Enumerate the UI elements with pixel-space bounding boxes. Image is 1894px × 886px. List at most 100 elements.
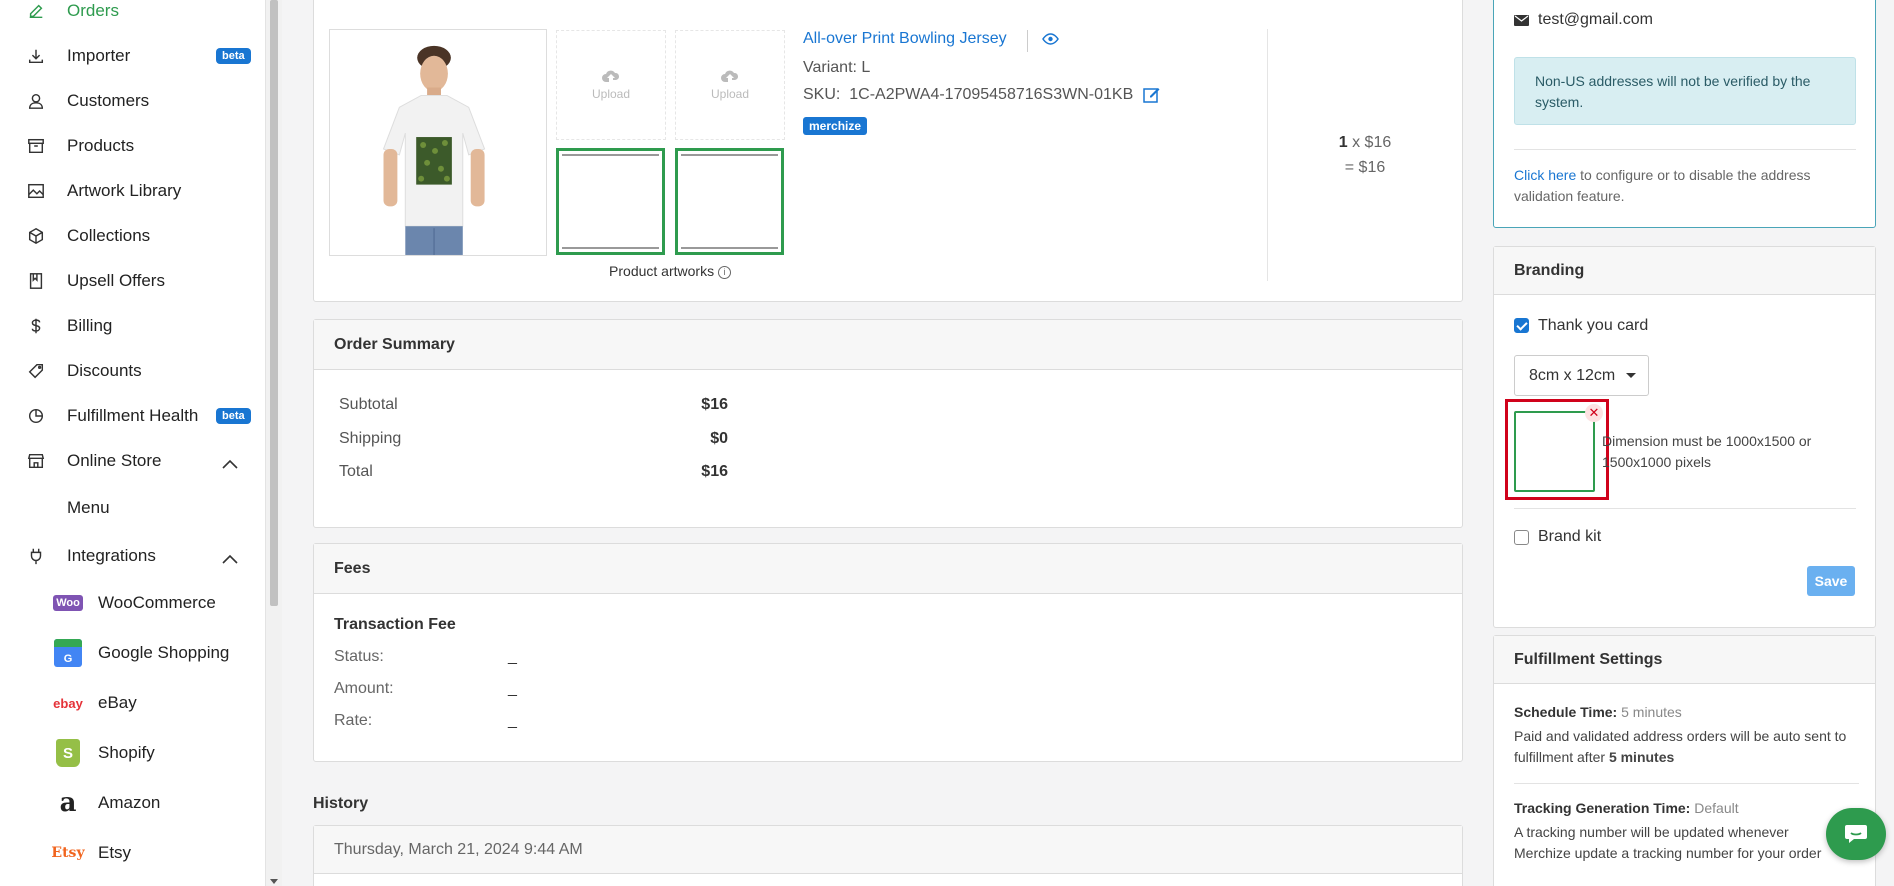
sidebar-item-label: Discounts	[67, 361, 142, 380]
transaction-fee-title: Transaction Fee	[334, 616, 456, 633]
sidebar-item-label: Etsy	[98, 843, 132, 862]
sidebar-item-billing[interactable]: Billing	[0, 306, 265, 346]
chevron-up-icon[interactable]	[222, 456, 238, 469]
amazon-logo-icon: a	[59, 788, 77, 818]
scroll-down-arrow-icon[interactable]	[270, 879, 278, 884]
order-summary-title: Order Summary	[314, 320, 1462, 370]
customer-email: test@gmail.com	[1538, 11, 1653, 28]
save-button[interactable]: Save	[1807, 566, 1855, 596]
sidebar-integration-google-shopping[interactable]: G Google Shopping	[0, 631, 265, 675]
tracking-generation-time: Tracking Generation Time: Default	[1514, 800, 1739, 816]
plug-icon	[26, 546, 46, 566]
sidebar-item-fulfillment-health[interactable]: Fulfillment Health beta	[0, 396, 265, 436]
envelope-icon	[1514, 13, 1529, 31]
sidebar-item-label: Customers	[67, 91, 150, 110]
sidebar-item-label: Online Store	[67, 451, 162, 470]
brand-kit-label: Brand kit	[1538, 528, 1602, 545]
edit-sku-icon[interactable]	[1143, 86, 1160, 108]
download-icon	[26, 46, 46, 66]
product-title-link[interactable]: All-over Print Bowling Jersey	[803, 30, 1007, 48]
divider	[1267, 29, 1268, 281]
sidebar-item-artwork-library[interactable]: Artwork Library	[0, 171, 265, 211]
sidebar-item-online-store[interactable]: Online Store	[0, 441, 265, 481]
sidebar-item-orders[interactable]: Orders	[0, 0, 265, 31]
shipping-value: $0	[710, 430, 728, 447]
brand-kit-checkbox[interactable]	[1514, 530, 1529, 545]
sidebar-item-label: Upsell Offers	[67, 271, 165, 290]
upload-artwork-front[interactable]: Upload	[556, 30, 666, 140]
click-here-link[interactable]: Click here	[1514, 167, 1576, 183]
sidebar-scrollbar[interactable]	[266, 0, 282, 886]
upload-artwork-back[interactable]: Upload	[675, 30, 785, 140]
chat-support-button[interactable]	[1826, 808, 1886, 860]
fees-card: Fees	[313, 543, 1463, 762]
subtotal-value: $16	[701, 396, 728, 413]
chevron-up-icon[interactable]	[222, 551, 238, 564]
sidebar-item-products[interactable]: Products	[0, 126, 265, 166]
artwork-thumbnail[interactable]	[675, 148, 784, 255]
beta-badge: beta	[216, 48, 251, 64]
card-size-select[interactable]: 8cm x 12cm	[1514, 355, 1649, 396]
branding-title: Branding	[1494, 247, 1875, 295]
sidebar: Orders Importer beta Customers Products …	[0, 0, 266, 886]
upload-label: Upload	[710, 87, 750, 101]
sidebar-item-label: Menu	[67, 498, 110, 517]
sidebar-item-label: Integrations	[67, 546, 156, 565]
history-card: Thursday, March 21, 2024 9:44 AM	[313, 825, 1463, 886]
product-image[interactable]	[329, 29, 547, 256]
etsy-logo-icon: Etsy	[51, 845, 85, 861]
thank-you-card-checkbox[interactable]	[1514, 318, 1529, 333]
tag-icon	[26, 361, 46, 381]
cloud-upload-icon	[602, 70, 620, 82]
schedule-description: Paid and validated address orders will b…	[1514, 728, 1847, 765]
fulfillment-settings-title: Fulfillment Settings	[1494, 636, 1875, 684]
upload-label: Upload	[591, 87, 631, 101]
sidebar-item-label: Products	[67, 136, 135, 155]
sidebar-integration-amazon[interactable]: a Amazon	[0, 781, 265, 825]
sidebar-integration-etsy[interactable]: Etsy Etsy	[0, 831, 265, 875]
sidebar-integration-shopify[interactable]: S Shopify	[0, 731, 265, 775]
store-icon	[26, 451, 46, 471]
product-variant: Variant: L	[803, 59, 871, 76]
sidebar-item-upsell-offers[interactable]: Upsell Offers	[0, 261, 265, 301]
sidebar-item-label: Google Shopping	[98, 643, 230, 662]
divider	[1514, 508, 1856, 509]
scrollbar-thumb[interactable]	[270, 0, 278, 606]
edit-icon	[26, 1, 46, 21]
fee-status-value: _	[508, 648, 517, 665]
eye-icon[interactable]	[1042, 32, 1059, 50]
schedule-time: Schedule Time: 5 minutes	[1514, 704, 1682, 720]
sidebar-item-discounts[interactable]: Discounts	[0, 351, 265, 391]
sidebar-item-importer[interactable]: Importer beta	[0, 36, 265, 76]
thank-you-card-image[interactable]	[1514, 411, 1595, 492]
sidebar-item-customers[interactable]: Customers	[0, 81, 265, 121]
artwork-thumbnail[interactable]	[556, 148, 665, 255]
tracking-description: A tracking number will be updated whenev…	[1514, 824, 1822, 861]
info-icon[interactable]: i	[717, 265, 731, 279]
fee-amount-value: _	[508, 680, 517, 697]
total-label: Total	[339, 463, 373, 480]
sidebar-item-label: Collections	[67, 226, 151, 245]
sidebar-item-label: WooCommerce	[98, 593, 216, 612]
sidebar-item-collections[interactable]: Collections	[0, 216, 265, 256]
sidebar-integration-ebay[interactable]: ebay eBay	[0, 681, 265, 725]
fee-rate-value: _	[508, 712, 517, 729]
sidebar-subitem-menu[interactable]: Menu	[0, 488, 265, 528]
pie-chart-icon	[26, 406, 46, 426]
fee-rate-label: Rate:	[334, 712, 373, 729]
sidebar-item-integrations[interactable]: Integrations	[0, 536, 265, 576]
product-model-image	[330, 30, 546, 255]
remove-image-icon[interactable]: ✕	[1585, 404, 1603, 422]
shopify-logo-icon: S	[52, 738, 84, 768]
archive-icon	[26, 136, 46, 156]
sidebar-item-label: Shopify	[98, 743, 155, 762]
fee-status-label: Status:	[334, 648, 384, 665]
fees-title: Fees	[314, 544, 1462, 594]
history-title: History	[313, 795, 369, 812]
divider	[1514, 149, 1856, 150]
sidebar-integration-woocommerce[interactable]: Woo WooCommerce	[0, 581, 265, 625]
history-entry-date: Thursday, March 21, 2024 9:44 AM	[314, 826, 1462, 874]
cloud-upload-icon	[721, 70, 739, 82]
product-sku: SKU: 1C-A2PWA4-17095458716S3WN-01KB	[803, 86, 1134, 103]
sidebar-item-label: Orders	[67, 1, 119, 20]
